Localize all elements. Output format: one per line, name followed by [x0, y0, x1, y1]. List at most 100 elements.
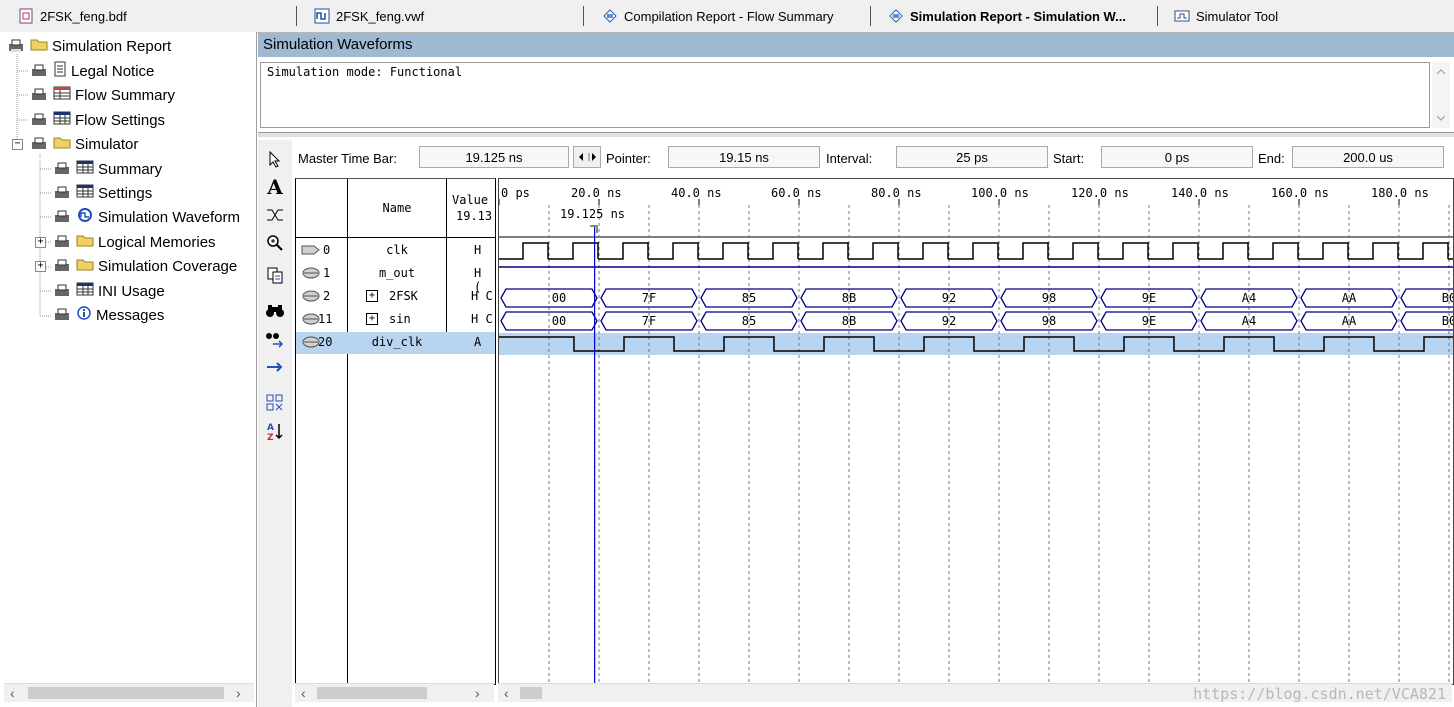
signal-row-sin[interactable]: 11 + sin H C — [296, 309, 495, 331]
start-field[interactable]: 0 ps — [1101, 146, 1253, 168]
folder-icon — [76, 233, 94, 251]
waveform-area[interactable]: 0 ps 20.0 ns 40.0 ns 60.0 ns 80.0 ns 100.0 ns… — [498, 178, 1454, 685]
collapse-simulator-toggle[interactable]: − — [12, 139, 23, 150]
tree-item-simulation-report[interactable]: Simulation Report — [6, 35, 171, 57]
scroll-left-icon[interactable]: ‹ — [301, 684, 306, 702]
tab-simulation-report[interactable]: Simulation Report - Simulation W... — [874, 2, 1154, 30]
clk-waveform — [499, 242, 1453, 260]
tree-item-settings[interactable]: Settings — [52, 182, 152, 204]
signal-table-scrollbar[interactable]: ‹ › — [295, 683, 494, 702]
signal-index: 20 — [318, 335, 333, 349]
tree-horizontal-scrollbar[interactable]: ‹ › — [4, 683, 254, 702]
scroll-right-icon[interactable]: › — [236, 684, 241, 702]
tree-item-legal-notice[interactable]: Legal Notice — [29, 60, 154, 82]
master-time-bar-field[interactable]: 19.125 ns — [419, 146, 569, 168]
tree-item-logical-memories[interactable]: Logical Memories — [52, 231, 216, 253]
svg-text:Z: Z — [267, 433, 274, 441]
ruler-label: 40.0 ns — [671, 186, 722, 200]
scroll-left-icon[interactable]: ‹ — [10, 684, 15, 702]
report-icon — [602, 8, 618, 24]
bus-sin-value: 7F — [642, 314, 656, 328]
ruler-label: 180.0 ns — [1371, 186, 1429, 200]
document-tab-bar: 2FSK_feng.bdf 2FSK_feng.vwf Compilation … — [0, 0, 1454, 33]
simulator-tool-icon — [1174, 8, 1190, 24]
find-tool-icon[interactable] — [262, 298, 288, 324]
tree-item-flow-summary[interactable]: Flow Summary — [29, 84, 175, 106]
selection-tool-icon[interactable] — [262, 146, 288, 172]
tree-item-summary[interactable]: Summary — [52, 158, 162, 180]
interval-field[interactable]: 25 ps — [896, 146, 1048, 168]
bus-2fsk-value: 85 — [742, 291, 756, 305]
expand-bus-icon[interactable]: + — [366, 313, 378, 325]
master-time-bar-stepper[interactable] — [573, 146, 601, 168]
bus-2fsk-value: B0 — [1442, 291, 1453, 305]
signal-name: div_clk — [371, 335, 423, 349]
bus-sin-value: 98 — [1042, 314, 1056, 328]
tab-label: 2FSK_feng.bdf — [40, 8, 127, 24]
expand-bus-icon[interactable]: + — [366, 290, 378, 302]
find-next-tool-icon[interactable] — [262, 326, 288, 352]
tab-2fsk-vwf[interactable]: 2FSK_feng.vwf — [300, 2, 580, 30]
tree-item-simulation-waveform[interactable]: Simulation Waveform — [52, 206, 240, 228]
scrollbar-thumb[interactable] — [28, 687, 224, 699]
scrollbar-thumb[interactable] — [520, 687, 542, 699]
tree-item-messages[interactable]: Messages — [52, 304, 164, 326]
text-tool-icon[interactable]: A — [262, 174, 288, 200]
pane-splitter[interactable] — [258, 132, 1454, 137]
end-field[interactable]: 200.0 us — [1292, 146, 1444, 168]
printer-icon — [52, 283, 72, 299]
bus-sin-value: 00 — [552, 314, 566, 328]
signal-value: H C — [471, 289, 493, 303]
scroll-right-icon[interactable]: › — [475, 684, 480, 702]
expand-simulation-coverage-toggle[interactable]: + — [35, 261, 46, 272]
tree-item-ini-usage[interactable]: INI Usage — [52, 280, 165, 302]
pointer-field[interactable]: 19.15 ns — [668, 146, 820, 168]
signal-name: 2FSK — [389, 289, 418, 303]
value-column-header[interactable]: Value — [452, 193, 488, 207]
info-icon — [76, 305, 92, 325]
tree-item-flow-settings[interactable]: Flow Settings — [29, 109, 165, 131]
waveform-canvas[interactable]: 0 ps 20.0 ns 40.0 ns 60.0 ns 80.0 ns 100.0 ns… — [499, 179, 1453, 684]
expand-logical-memories-toggle[interactable]: + — [35, 237, 46, 248]
bus-sin-value: 92 — [942, 314, 956, 328]
signal-row-m-out[interactable]: 1 m_out H ( — [296, 263, 495, 294]
table-icon — [76, 282, 94, 300]
ruler-label: 120.0 ns — [1071, 186, 1129, 200]
bus-2fsk-value: 9E — [1142, 291, 1156, 305]
grid-tool-icon[interactable] — [262, 390, 288, 416]
tree-item-simulator[interactable]: Simulator — [29, 133, 138, 155]
tree-item-label: Logical Memories — [98, 233, 216, 251]
tree-item-simulation-coverage[interactable]: Simulation Coverage — [52, 255, 237, 277]
sort-az-icon[interactable]: AZ — [262, 418, 288, 444]
scrollbar-thumb[interactable] — [317, 687, 427, 699]
bus-sin-value: B0 — [1442, 314, 1453, 328]
tree-item-label: Flow Settings — [75, 111, 166, 129]
zoom-tool-icon[interactable] — [262, 230, 288, 256]
printer-icon — [29, 112, 49, 128]
signal-index: 1 — [323, 266, 331, 280]
tab-simulator-tool[interactable]: Simulator Tool — [1160, 2, 1360, 30]
tree-item-label: Simulator — [75, 135, 139, 153]
signal-row-2fsk[interactable]: 2 + 2FSK H C — [296, 286, 495, 308]
ruler-label: 80.0 ns — [871, 186, 922, 200]
tab-compilation-report[interactable]: Compilation Report - Flow Summary — [588, 2, 868, 30]
scroll-left-icon[interactable]: ‹ — [504, 684, 509, 702]
ruler-label: 0 ps — [501, 186, 530, 200]
printer-icon — [52, 258, 72, 274]
waveform-toolstrip: A AZ — [258, 140, 292, 707]
waveform-edit-tool-icon[interactable] — [262, 202, 288, 228]
signal-row-clk[interactable]: 0 clk H — [296, 240, 495, 262]
table-icon — [53, 86, 71, 104]
signal-row-div-clk[interactable]: 20 div_clk A — [296, 332, 495, 354]
arrow-right-tool-icon[interactable] — [262, 354, 288, 380]
ruler-label: 140.0 ns — [1171, 186, 1229, 200]
mode-vertical-scrollbar[interactable] — [1432, 62, 1450, 128]
tab-2fsk-bdf[interactable]: 2FSK_feng.bdf — [4, 2, 294, 30]
name-column-header[interactable]: Name — [348, 201, 446, 215]
bus-sin-value: AA — [1342, 314, 1357, 328]
interval-label: Interval: — [826, 150, 873, 166]
tree-item-label: Simulation Coverage — [98, 257, 238, 275]
printer-icon — [52, 307, 72, 323]
panel-title: Simulation Waveforms — [258, 33, 1454, 57]
copy-tool-icon[interactable] — [262, 262, 288, 288]
